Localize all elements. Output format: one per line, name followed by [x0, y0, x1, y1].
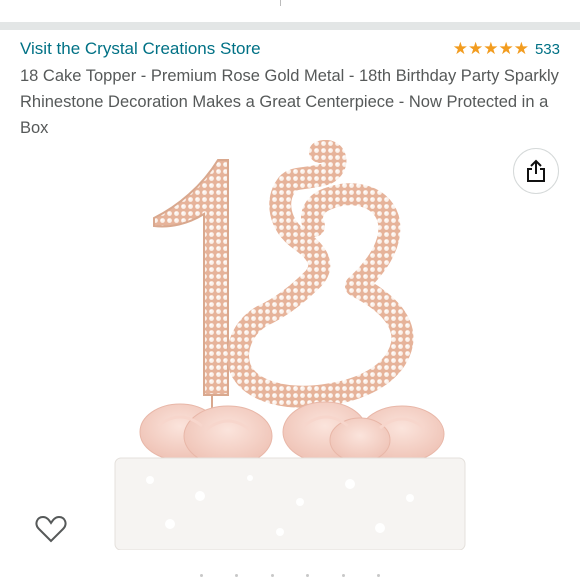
store-link[interactable]: Visit the Crystal Creations Store — [20, 39, 261, 59]
carousel-dot — [376, 574, 380, 577]
carousel-dot — [306, 574, 310, 577]
carousel-dot — [235, 574, 239, 577]
star-icon: ★ — [467, 39, 484, 58]
product-title: 18 Cake Topper - Premium Rose Gold Metal… — [20, 67, 559, 137]
product-image[interactable] — [110, 140, 470, 551]
star-icon: ★ — [498, 39, 514, 58]
carousel-dot — [341, 574, 345, 577]
carousel-dot — [200, 574, 203, 577]
share-icon — [527, 159, 545, 182]
star-rating: ★ ★ ★ ★ ★ — [453, 40, 529, 58]
star-icon: ★ — [513, 39, 529, 58]
share-button[interactable] — [513, 148, 559, 194]
wishlist-button[interactable] — [30, 508, 72, 550]
section-divider — [0, 22, 580, 30]
image-carousel-indicator — [200, 574, 380, 580]
top-bar — [0, 0, 580, 22]
cake-topper-illustration — [114, 140, 466, 551]
star-icon: ★ — [452, 39, 468, 58]
carousel-dot — [270, 574, 274, 577]
star-icon: ★ — [483, 39, 499, 58]
rating-summary[interactable]: ★ ★ ★ ★ ★ 533 — [453, 40, 560, 58]
top-bar-tick — [280, 0, 281, 6]
heart-icon — [35, 515, 67, 543]
rating-count[interactable]: 533 — [535, 41, 560, 58]
